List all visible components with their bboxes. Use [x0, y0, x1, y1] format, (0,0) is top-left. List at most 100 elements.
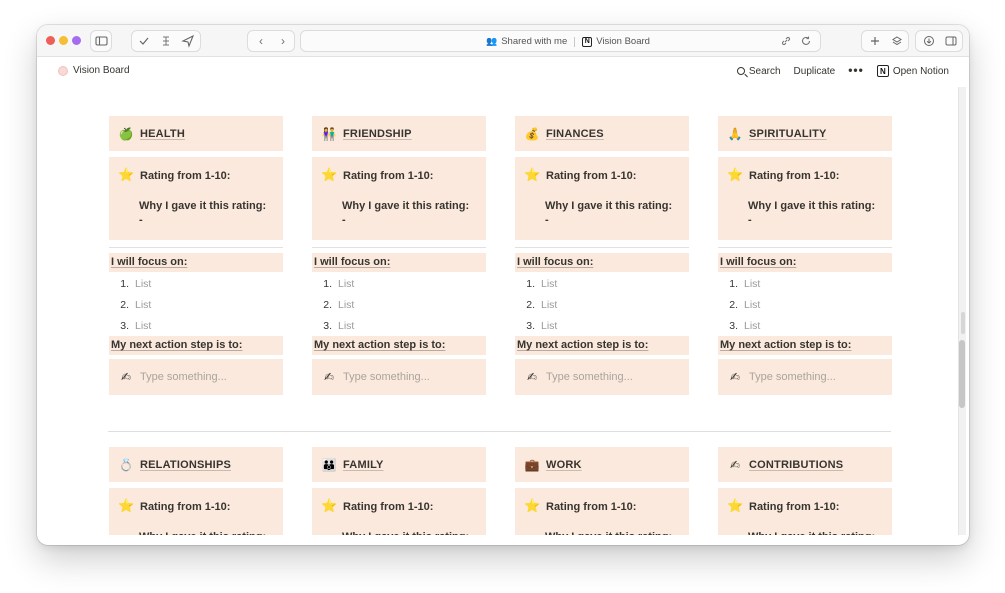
- focus-list: 1. List 2. List 3. List: [109, 273, 283, 336]
- puzzle-icon[interactable]: [158, 33, 174, 49]
- area-title[interactable]: CONTRIBUTIONS: [749, 459, 843, 471]
- list-item[interactable]: 3. List: [718, 315, 892, 336]
- type-placeholder[interactable]: Type something...: [546, 371, 633, 383]
- duplicate-button[interactable]: Duplicate: [794, 66, 836, 77]
- reload-icon[interactable]: [800, 35, 812, 47]
- next-step-heading[interactable]: My next action step is to:: [109, 336, 283, 355]
- list-item[interactable]: 1. List: [109, 273, 283, 294]
- action-step-input[interactable]: ✍ Type something...: [109, 359, 283, 395]
- rating-callout[interactable]: ⭐ Rating from 1-10: Why I gave it this rat…: [109, 157, 283, 240]
- why-rating-value[interactable]: -: [727, 214, 892, 226]
- rating-callout[interactable]: ⭐ Rating from 1-10: Why I gave it this rat…: [515, 157, 689, 240]
- tab-overview-icon[interactable]: [889, 33, 905, 49]
- list-placeholder[interactable]: List: [541, 299, 557, 311]
- list-item[interactable]: 2. List: [718, 294, 892, 315]
- address-bar[interactable]: 👥 Shared with me N Vision Board: [300, 30, 821, 52]
- type-placeholder[interactable]: Type something...: [140, 371, 227, 383]
- focus-heading[interactable]: I will focus on:: [718, 253, 892, 272]
- list-item[interactable]: 3. List: [515, 315, 689, 336]
- action-step-input[interactable]: ✍ Type something...: [515, 359, 689, 395]
- search-button[interactable]: Search: [736, 66, 781, 77]
- navigation-group: ‹ ›: [247, 30, 295, 52]
- focus-heading[interactable]: I will focus on:: [515, 253, 689, 272]
- new-tab-icon[interactable]: [867, 33, 883, 49]
- minimize-window-button[interactable]: [59, 36, 68, 45]
- zoom-window-button[interactable]: [72, 36, 81, 45]
- list-item[interactable]: 3. List: [312, 315, 486, 336]
- area-title[interactable]: HEALTH: [140, 128, 185, 140]
- focus-list: 1. List 2. List 3. List: [312, 273, 486, 336]
- why-rating-value[interactable]: -: [524, 214, 689, 226]
- downloads-icon[interactable]: [921, 33, 937, 49]
- list-placeholder[interactable]: List: [135, 320, 151, 332]
- area-header[interactable]: 🍏 HEALTH: [109, 116, 283, 151]
- rating-callout[interactable]: ⭐ Rating from 1-10: Why I gave it this rat…: [515, 488, 689, 535]
- checkmark-icon[interactable]: [136, 33, 152, 49]
- focus-heading[interactable]: I will focus on:: [109, 253, 283, 272]
- why-rating-value[interactable]: -: [118, 214, 283, 226]
- area-header[interactable]: 💼 WORK: [515, 447, 689, 482]
- rating-callout[interactable]: ⭐ Rating from 1-10: Why I gave it this rat…: [109, 488, 283, 535]
- star-icon: ⭐: [321, 499, 338, 514]
- list-item[interactable]: 1. List: [312, 273, 486, 294]
- list-item[interactable]: 3. List: [109, 315, 283, 336]
- more-options-button[interactable]: •••: [848, 63, 864, 77]
- rating-callout[interactable]: ⭐ Rating from 1-10: Why I gave it this rat…: [312, 488, 486, 535]
- list-placeholder[interactable]: List: [338, 299, 354, 311]
- area-title[interactable]: RELATIONSHIPS: [140, 459, 231, 471]
- type-placeholder[interactable]: Type something...: [749, 371, 836, 383]
- list-placeholder[interactable]: List: [744, 320, 760, 332]
- open-notion-button[interactable]: N Open Notion: [876, 65, 949, 77]
- area-title[interactable]: FINANCES: [546, 128, 604, 140]
- forward-button[interactable]: ›: [275, 31, 291, 51]
- next-step-heading[interactable]: My next action step is to:: [718, 336, 892, 355]
- area-title[interactable]: SPIRITUALITY: [749, 128, 827, 140]
- action-step-input[interactable]: ✍ Type something...: [312, 359, 486, 395]
- area-header[interactable]: 💍 RELATIONSHIPS: [109, 447, 283, 482]
- rating-label: Rating from 1-10:: [343, 500, 434, 513]
- list-item[interactable]: 2. List: [515, 294, 689, 315]
- scrollbar-thumb[interactable]: [959, 340, 965, 408]
- list-placeholder[interactable]: List: [744, 278, 760, 290]
- page-title-crumb[interactable]: Vision Board: [58, 65, 130, 76]
- list-item[interactable]: 1. List: [515, 273, 689, 294]
- focus-heading[interactable]: I will focus on:: [312, 253, 486, 272]
- area-header[interactable]: ✍ CONTRIBUTIONS: [718, 447, 892, 482]
- list-placeholder[interactable]: List: [338, 278, 354, 290]
- list-placeholder[interactable]: List: [744, 299, 760, 311]
- type-placeholder[interactable]: Type something...: [343, 371, 430, 383]
- list-item[interactable]: 2. List: [109, 294, 283, 315]
- area-header[interactable]: 🙏 SPIRITUALITY: [718, 116, 892, 151]
- right-sidebar-icon[interactable]: [943, 33, 959, 49]
- list-placeholder[interactable]: List: [338, 320, 354, 332]
- action-step-input[interactable]: ✍ Type something...: [718, 359, 892, 395]
- list-placeholder[interactable]: List: [135, 299, 151, 311]
- list-placeholder[interactable]: List: [541, 278, 557, 290]
- area-title[interactable]: WORK: [546, 459, 582, 471]
- breadcrumb-page[interactable]: Vision Board: [596, 36, 650, 47]
- sidebar-toggle-button[interactable]: [90, 30, 112, 52]
- area-title[interactable]: FRIENDSHIP: [343, 128, 412, 140]
- list-item[interactable]: 2. List: [312, 294, 486, 315]
- rating-callout[interactable]: ⭐ Rating from 1-10: Why I gave it this rat…: [718, 488, 892, 535]
- area-header[interactable]: 👪 FAMILY: [312, 447, 486, 482]
- list-placeholder[interactable]: List: [541, 320, 557, 332]
- area-header[interactable]: 👫 FRIENDSHIP: [312, 116, 486, 151]
- green-apple-icon: 🍏: [118, 126, 134, 141]
- send-icon[interactable]: [180, 33, 196, 49]
- breadcrumb-shared[interactable]: Shared with me: [501, 36, 567, 47]
- rating-row: ⭐ Rating from 1-10:: [524, 168, 689, 183]
- list-placeholder[interactable]: List: [135, 278, 151, 290]
- next-step-heading[interactable]: My next action step is to:: [312, 336, 486, 355]
- area-title[interactable]: FAMILY: [343, 459, 384, 471]
- rating-callout[interactable]: ⭐ Rating from 1-10: Why I gave it this rat…: [718, 157, 892, 240]
- list-item[interactable]: 1. List: [718, 273, 892, 294]
- scrollbar-track[interactable]: [958, 87, 966, 535]
- why-rating-value[interactable]: -: [321, 214, 486, 226]
- close-window-button[interactable]: [46, 36, 55, 45]
- rating-callout[interactable]: ⭐ Rating from 1-10: Why I gave it this rat…: [312, 157, 486, 240]
- next-step-heading[interactable]: My next action step is to:: [515, 336, 689, 355]
- area-header[interactable]: 💰 FINANCES: [515, 116, 689, 151]
- back-button[interactable]: ‹: [253, 31, 269, 51]
- link-icon[interactable]: [780, 35, 792, 47]
